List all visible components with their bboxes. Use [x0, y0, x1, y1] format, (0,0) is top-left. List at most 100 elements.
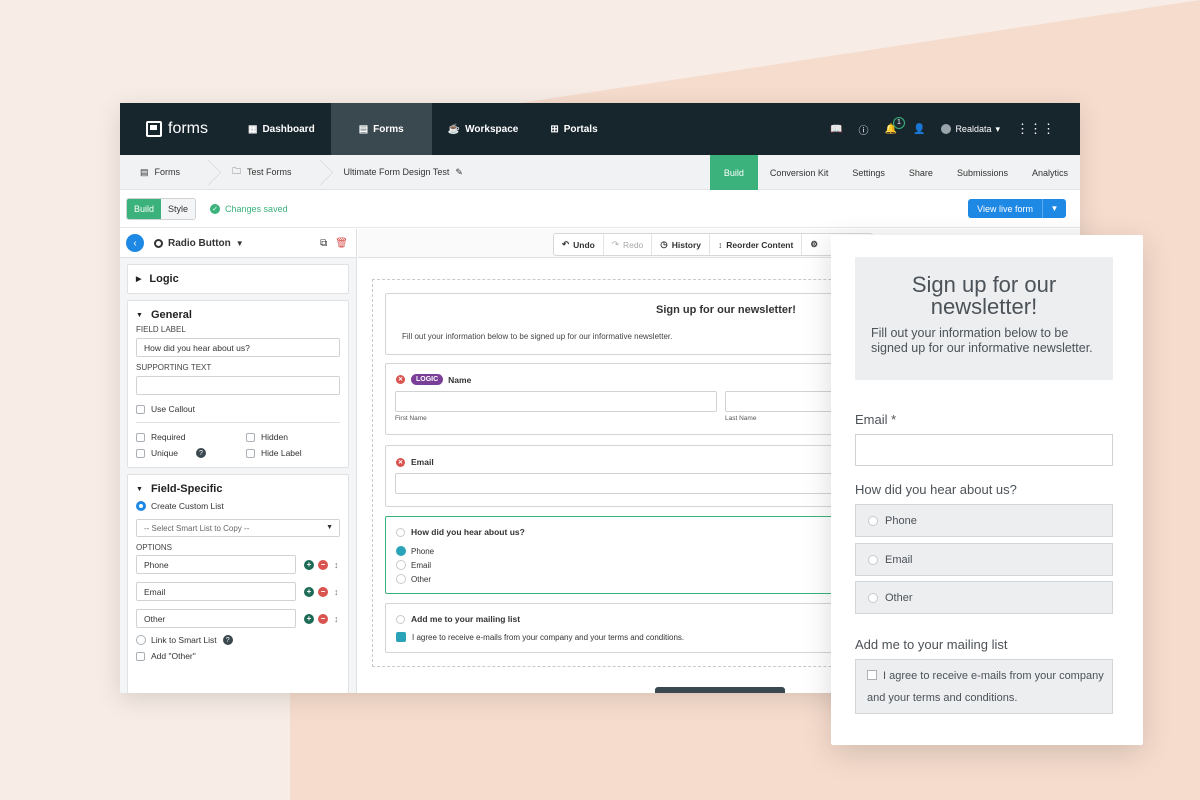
radio-unselected	[396, 574, 406, 584]
apps-grid-icon[interactable]: ⋮⋮⋮	[1016, 121, 1055, 137]
unique-checkbox[interactable]: Unique?	[128, 445, 238, 461]
add-option-icon[interactable]: +	[304, 559, 314, 570]
build-toggle-button[interactable]: Build	[127, 198, 162, 219]
field-type-header: ‹ Radio Button ▼ ⧉ 🗑	[120, 229, 356, 258]
breadcrumb-separator	[200, 155, 212, 190]
field-label-label: FIELD LABEL	[136, 325, 186, 334]
user-icon[interactable]: 👤	[913, 124, 925, 135]
hide-label-checkbox[interactable]: Hide Label	[238, 445, 348, 461]
pencil-icon[interactable]: ✎	[455, 167, 463, 178]
nav-workspace[interactable]: ☕ Workspace	[432, 103, 535, 155]
first-name-input[interactable]	[395, 391, 717, 412]
trash-icon[interactable]: 🗑	[335, 238, 348, 249]
tab-share[interactable]: Share	[897, 155, 945, 190]
remove-option-icon[interactable]: −	[318, 586, 328, 597]
remove-option-icon[interactable]: −	[318, 559, 328, 570]
breadcrumb-label: Test Forms	[247, 167, 292, 177]
help-icon[interactable]: ?	[195, 448, 206, 458]
breadcrumb-forms[interactable]: ▤ Forms	[120, 155, 200, 190]
supporting-text-input[interactable]	[136, 376, 340, 395]
nav-portals[interactable]: ⊞ Portals	[534, 103, 613, 155]
add-option-icon[interactable]: +	[304, 586, 314, 597]
radio-selected	[396, 546, 406, 556]
option-row: Phone + − ↕	[128, 555, 348, 574]
option-input[interactable]: Phone	[136, 555, 296, 574]
help-icon[interactable]: ?	[222, 635, 233, 645]
nav-right-tools: 📖 ⓘ 🔔 1 👤 Realdata ▾ ⋮⋮⋮	[830, 103, 1055, 155]
smart-list-select[interactable]: -- Select Smart List to Copy -- ▼	[136, 519, 340, 537]
field-label: How did you hear about us?	[411, 527, 525, 537]
preview-radio-option[interactable]: Phone	[855, 504, 1113, 537]
required-checkbox[interactable]: Required	[128, 429, 238, 445]
notification-badge: 1	[892, 116, 905, 129]
remove-field-icon[interactable]: ✕	[396, 457, 405, 467]
nav-dashboard[interactable]: ▦ Dashboard	[232, 103, 331, 155]
field-actions: ⧉ 🗑	[320, 238, 348, 249]
portals-icon: ⊞	[550, 123, 559, 135]
live-form-dropdown[interactable]: ▼	[1042, 199, 1066, 218]
radio-selected	[136, 501, 146, 511]
option-row: Email + − ↕	[128, 582, 348, 601]
sub-label: First Name	[395, 415, 427, 422]
remove-field-icon[interactable]: ✕	[396, 375, 405, 384]
form-icon: ▤	[140, 166, 149, 177]
breadcrumb-label: Forms	[154, 167, 181, 177]
drag-handle-icon[interactable]: ↕	[334, 614, 339, 624]
tab-settings[interactable]: Settings	[840, 155, 897, 190]
add-other-checkbox[interactable]: Add "Other"	[128, 648, 348, 664]
checkbox-box	[867, 670, 877, 680]
logic-section[interactable]: ▶ Logic	[127, 264, 349, 294]
collapse-triangle-icon: ▼	[136, 311, 143, 319]
build-style-toggle: Build Style	[126, 197, 197, 220]
bell-icon[interactable]: 🔔 1	[885, 116, 905, 135]
option-label: Other	[885, 591, 913, 604]
field-label-input[interactable]: How did you hear about us?	[136, 338, 340, 357]
drag-handle-icon[interactable]: ↕	[334, 587, 339, 597]
field-type-select[interactable]: Radio Button	[168, 238, 231, 249]
preview-agree-checkbox[interactable]: I agree to receive e-mails from your com…	[855, 659, 1113, 714]
hidden-checkbox[interactable]: Hidden	[238, 429, 348, 445]
radio-unselected	[868, 554, 878, 565]
drag-handle-icon[interactable]: ↕	[334, 560, 339, 570]
preview-email-input[interactable]	[855, 434, 1113, 466]
undo-button[interactable]: ↶ Undo	[554, 234, 604, 255]
duplicate-icon[interactable]: ⧉	[320, 238, 327, 249]
nav-forms[interactable]: ▤ Forms	[330, 103, 432, 155]
book-icon[interactable]: 📖	[830, 124, 842, 135]
remove-option-icon[interactable]: −	[318, 613, 328, 624]
submit-button-preview[interactable]	[655, 687, 785, 693]
preview-title: Sign up for our newsletter!	[911, 272, 1057, 319]
breadcrumb-test-forms[interactable]: 🗀 Test Forms	[212, 155, 312, 190]
tab-conversion-kit[interactable]: Conversion Kit	[758, 155, 841, 190]
tab-submissions[interactable]: Submissions	[945, 155, 1020, 190]
tab-build[interactable]: Build	[709, 155, 758, 190]
option-input[interactable]: Email	[136, 582, 296, 601]
reorder-content-button[interactable]: ↕ Reorder Content	[710, 234, 803, 255]
tab-analytics[interactable]: Analytics	[1020, 155, 1080, 190]
info-icon[interactable]: ⓘ	[859, 122, 869, 137]
nav-label: Workspace	[465, 123, 519, 135]
preview-radio-option[interactable]: Other	[855, 581, 1113, 614]
breadcrumb-current-form[interactable]: Ultimate Form Design Test ✎	[324, 155, 483, 190]
checkbox-box	[136, 448, 145, 458]
caret-down-icon[interactable]: ▼	[236, 239, 244, 248]
add-option-icon[interactable]: +	[304, 613, 314, 624]
use-callout-checkbox[interactable]: Use Callout	[128, 401, 348, 417]
expand-triangle-icon: ▶	[136, 276, 142, 283]
link-smart-list-radio[interactable]: Link to Smart List?	[128, 632, 348, 648]
option-input[interactable]: Other	[136, 609, 296, 628]
back-arrow-icon[interactable]: ‹	[126, 234, 144, 252]
option-label: Email	[885, 553, 913, 566]
subtabs: Build Conversion Kit Settings Share Subm…	[709, 155, 1080, 190]
redo-button[interactable]: ↷ Redo	[604, 234, 653, 255]
create-custom-list-radio[interactable]: Create Custom List	[128, 498, 348, 514]
style-toggle-button[interactable]: Style	[161, 198, 196, 219]
gear-icon: ⚙	[810, 239, 818, 249]
preview-radio-option[interactable]: Email	[855, 543, 1113, 576]
clock-icon: ◷	[660, 239, 668, 249]
view-live-form-button[interactable]: View live form	[968, 199, 1042, 218]
history-button[interactable]: ◷ History	[652, 234, 711, 255]
user-menu[interactable]: Realdata ▾	[941, 124, 1000, 135]
logo[interactable]: forms	[120, 120, 232, 138]
checkbox-box	[136, 432, 145, 442]
